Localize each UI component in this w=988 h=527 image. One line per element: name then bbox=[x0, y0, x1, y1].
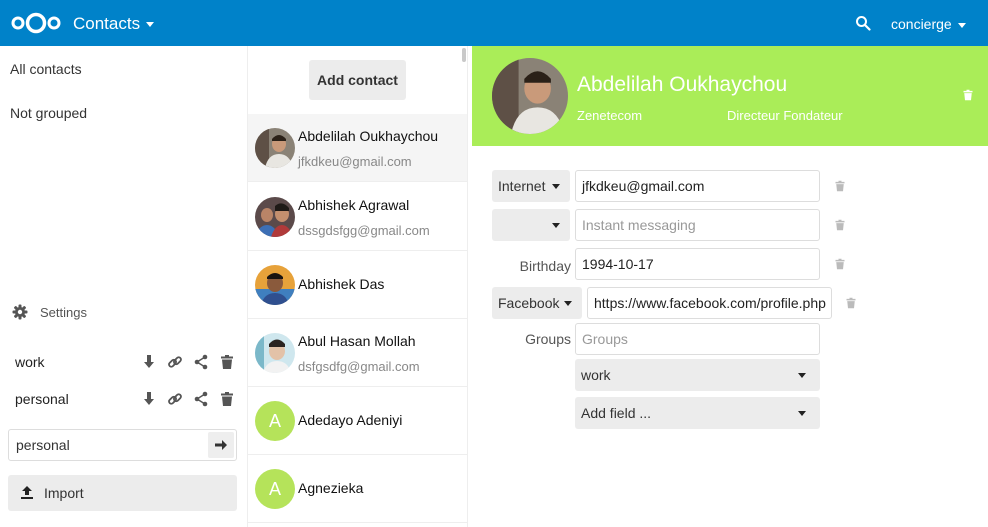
groups-input[interactable]: Groups bbox=[575, 323, 820, 355]
im-type-select[interactable] bbox=[492, 209, 570, 241]
upload-icon bbox=[21, 486, 33, 499]
contact-avatar bbox=[255, 128, 295, 168]
import-label: Import bbox=[44, 485, 84, 501]
chevron-down-icon bbox=[564, 301, 572, 306]
addressbook-row: personal bbox=[15, 387, 235, 411]
contact-avatar bbox=[255, 333, 295, 373]
download-icon[interactable] bbox=[141, 354, 157, 370]
delete-contact-trash-icon[interactable] bbox=[962, 88, 974, 102]
settings-toggle[interactable]: Settings bbox=[12, 304, 87, 320]
social-type-select[interactable]: Facebook bbox=[492, 287, 582, 319]
chevron-down-icon bbox=[552, 223, 560, 228]
groups-label: Groups bbox=[525, 331, 571, 347]
link-icon[interactable] bbox=[167, 391, 183, 407]
search-icon[interactable] bbox=[855, 15, 871, 31]
contact-avatar bbox=[255, 197, 295, 237]
chevron-down-icon bbox=[146, 22, 155, 28]
settings-label: Settings bbox=[40, 304, 87, 320]
app-menu-button[interactable]: Contacts bbox=[73, 14, 155, 34]
contact-list-item[interactable]: Abhishek Das bbox=[248, 251, 467, 319]
group-value: work bbox=[581, 367, 611, 383]
new-addressbook-input[interactable] bbox=[9, 430, 209, 460]
trash-icon[interactable] bbox=[219, 391, 235, 407]
add-field-select[interactable]: Add field ... bbox=[575, 397, 820, 429]
gear-icon bbox=[12, 304, 28, 320]
download-icon[interactable] bbox=[141, 391, 157, 407]
birthday-field[interactable]: 1994-10-17 bbox=[575, 248, 820, 280]
birthday-label: Birthday bbox=[519, 258, 571, 274]
contact-avatar: A bbox=[255, 469, 295, 509]
share-icon[interactable] bbox=[193, 391, 209, 407]
add-contact-button[interactable]: Add contact bbox=[309, 60, 406, 100]
user-menu-button[interactable]: concierge bbox=[891, 16, 966, 32]
trash-icon[interactable] bbox=[219, 354, 235, 370]
contact-avatar bbox=[255, 265, 295, 305]
contact-details-header: Abdelilah Oukhaychou Zenetecom Directeur… bbox=[472, 46, 988, 146]
contact-list-item[interactable]: A Agnezieka bbox=[248, 455, 467, 523]
import-button[interactable]: Import bbox=[8, 475, 237, 511]
contact-list: Add contact Abdelilah Oukhaychou jfkdkeu… bbox=[248, 46, 468, 527]
nav-item-all-contacts[interactable]: All contacts bbox=[10, 61, 82, 77]
nav-item-not-grouped[interactable]: Not grouped bbox=[10, 105, 87, 121]
contact-name: Abhishek Agrawal bbox=[298, 197, 410, 213]
chevron-down-icon bbox=[552, 184, 560, 189]
contact-list-item[interactable]: Abhishek Agrawal dssgdsfgg@gmail.com bbox=[248, 183, 467, 251]
chevron-down-icon bbox=[957, 22, 966, 28]
app-title: Contacts bbox=[73, 14, 141, 33]
arrow-right-icon bbox=[215, 440, 227, 450]
chevron-down-icon bbox=[798, 373, 806, 378]
email-type-select[interactable]: Internet bbox=[492, 170, 570, 202]
chevron-down-icon bbox=[798, 411, 806, 416]
contact-avatar: A bbox=[255, 401, 295, 441]
contact-list-item[interactable]: A Adedayo Adeniyi bbox=[248, 387, 467, 455]
addressbook-name: personal bbox=[15, 391, 69, 407]
app-header: Contacts concierge bbox=[0, 0, 988, 46]
contact-email: dssgdsfgg@gmail.com bbox=[298, 223, 430, 238]
contact-organization[interactable]: Zenetecom bbox=[577, 108, 642, 123]
contact-name: Adedayo Adeniyi bbox=[298, 412, 403, 428]
social-profile-field[interactable]: https://www.facebook.com/profile.php bbox=[587, 287, 832, 319]
contact-photo[interactable] bbox=[492, 58, 568, 134]
contact-email: dsfgsdfg@gmail.com bbox=[298, 359, 420, 374]
trash-icon[interactable] bbox=[845, 296, 857, 310]
contact-fullname[interactable]: Abdelilah Oukhaychou bbox=[577, 73, 787, 97]
contact-name: Abul Hasan Mollah bbox=[298, 333, 416, 349]
nextcloud-logo-icon[interactable] bbox=[10, 11, 62, 35]
social-type-value: Facebook bbox=[498, 295, 560, 311]
create-addressbook-button[interactable] bbox=[208, 432, 234, 458]
share-icon[interactable] bbox=[193, 354, 209, 370]
contact-name: Abdelilah Oukhaychou bbox=[298, 128, 439, 144]
contact-list-item[interactable]: Abul Hasan Mollah dsfgsdfg@gmail.com bbox=[248, 319, 467, 387]
email-type-value: Internet bbox=[498, 178, 546, 194]
contact-job-title[interactable]: Directeur Fondateur bbox=[727, 108, 843, 123]
navigation-sidebar: All contacts Not grouped Settings work p… bbox=[0, 46, 248, 527]
addressbook-name: work bbox=[15, 354, 45, 370]
contact-list-item[interactable]: Abdelilah Oukhaychou jfkdkeu@gmail.com bbox=[248, 114, 467, 182]
contact-name: Agnezieka bbox=[298, 480, 364, 496]
contact-name: Abhishek Das bbox=[298, 276, 385, 292]
addressbook-row: work bbox=[15, 350, 235, 374]
scrollbar-thumb[interactable] bbox=[462, 48, 466, 62]
instant-messaging-field[interactable]: Instant messaging bbox=[575, 209, 820, 241]
email-field[interactable]: jfkdkeu@gmail.com bbox=[575, 170, 820, 202]
add-field-label: Add field ... bbox=[581, 405, 652, 421]
contact-email: jfkdkeu@gmail.com bbox=[298, 154, 412, 169]
new-addressbook-form bbox=[8, 429, 237, 461]
link-icon[interactable] bbox=[167, 354, 183, 370]
user-name: concierge bbox=[891, 16, 952, 32]
trash-icon[interactable] bbox=[834, 218, 846, 232]
trash-icon[interactable] bbox=[834, 257, 846, 271]
group-select[interactable]: work bbox=[575, 359, 820, 391]
trash-icon[interactable] bbox=[834, 179, 846, 193]
